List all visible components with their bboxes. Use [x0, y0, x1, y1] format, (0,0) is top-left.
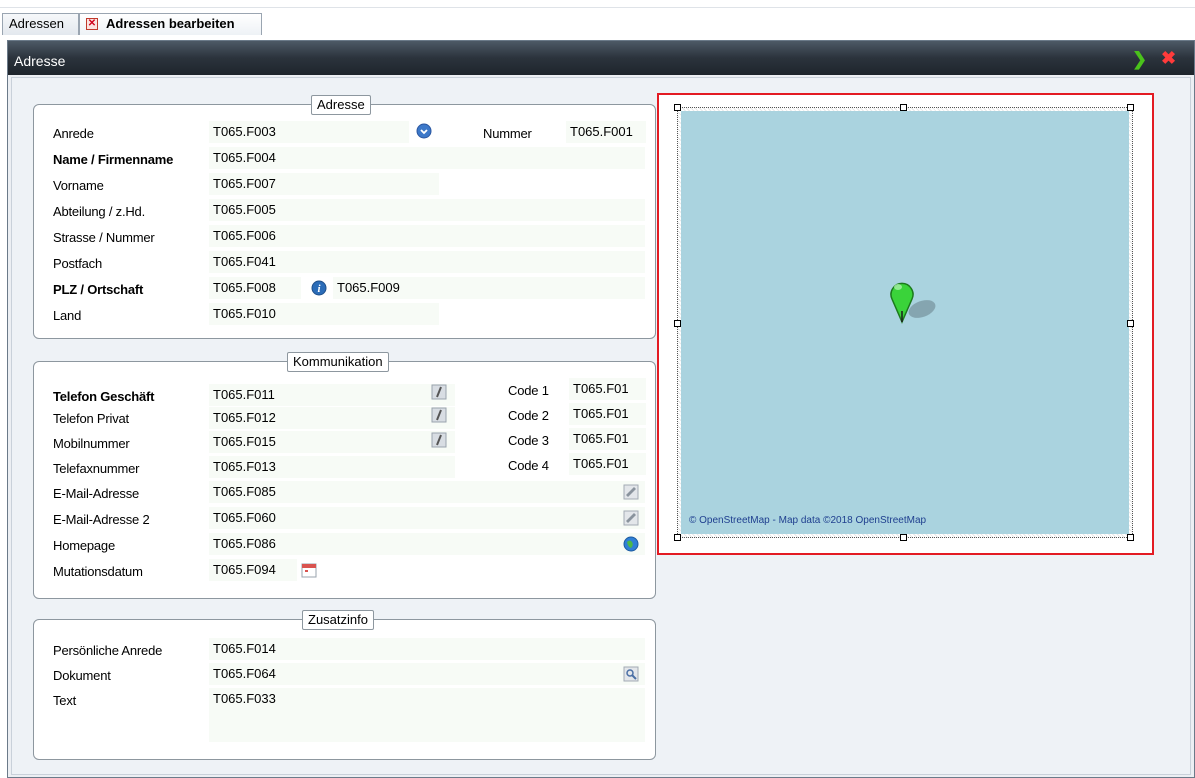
field-code1[interactable]: T065.F01 [569, 378, 646, 400]
email-icon[interactable] [623, 484, 639, 500]
label-vorname: Vorname [53, 178, 104, 193]
map-attribution: © OpenStreetMap - Map data ©2018 OpenStr… [689, 515, 927, 526]
resize-handle[interactable] [674, 534, 681, 541]
close-icon[interactable]: ✖ [1161, 49, 1176, 67]
group-kommunikation-legend: Kommunikation [287, 352, 389, 372]
field-code2[interactable]: T065.F01 [569, 403, 646, 425]
label-code1: Code 1 [508, 383, 549, 398]
field-mobilnummer[interactable]: T065.F015 [209, 431, 455, 453]
map-marker-icon[interactable] [884, 275, 940, 327]
field-abteilung[interactable]: T065.F005 [209, 199, 645, 221]
field-telefon-privat[interactable]: T065.F012 [209, 407, 455, 429]
label-mutationsdatum: Mutationsdatum [53, 564, 143, 579]
field-email2[interactable]: T065.F060 [209, 507, 645, 529]
tab-strip-line [0, 7, 1195, 8]
field-telefaxnummer[interactable]: T065.F013 [209, 456, 455, 478]
info-icon[interactable]: i [311, 280, 327, 296]
label-name-firmenname: Name / Firmenname [53, 152, 174, 167]
label-homepage: Homepage [53, 538, 115, 553]
label-code3: Code 3 [508, 433, 549, 448]
phone-icon[interactable] [431, 384, 447, 400]
field-code4[interactable]: T065.F01 [569, 453, 646, 475]
phone-icon[interactable] [431, 432, 447, 448]
field-vorname[interactable]: T065.F007 [209, 173, 439, 195]
calendar-icon[interactable] [301, 562, 317, 578]
search-icon[interactable] [623, 666, 639, 682]
field-dokument[interactable]: T065.F064 [209, 663, 645, 685]
label-dokument: Dokument [53, 668, 111, 683]
label-abteilung: Abteilung / z.Hd. [53, 204, 145, 219]
label-nummer: Nummer [483, 126, 532, 141]
field-land[interactable]: T065.F010 [209, 303, 439, 325]
window-title: Adresse [14, 53, 66, 69]
field-mutationsdatum[interactable]: T065.F094 [209, 559, 297, 581]
label-email2: E-Mail-Adresse 2 [53, 512, 150, 527]
field-anrede[interactable]: T065.F003 [209, 121, 409, 143]
tab-adressen-label: Adressen [9, 16, 64, 31]
label-plz-ortschaft: PLZ / Ortschaft [53, 282, 144, 297]
resize-handle[interactable] [1127, 104, 1134, 111]
email-icon[interactable] [623, 510, 639, 526]
resize-handle[interactable] [900, 534, 907, 541]
label-mobilnummer: Mobilnummer [53, 436, 130, 451]
label-persoenliche-anrede: Persönliche Anrede [53, 643, 163, 658]
label-anrede: Anrede [53, 126, 94, 141]
label-land: Land [53, 308, 82, 323]
globe-icon[interactable] [623, 536, 639, 552]
label-telefon-privat: Telefon Privat [53, 411, 129, 426]
field-homepage[interactable]: T065.F086 [209, 533, 645, 555]
label-text: Text [53, 693, 77, 708]
window-title-bar: Adresse ❯ ✖ [8, 41, 1194, 75]
field-code3[interactable]: T065.F01 [569, 428, 646, 450]
field-ortschaft[interactable]: T065.F009 [333, 277, 645, 299]
label-email: E-Mail-Adresse [53, 486, 140, 501]
field-strasse[interactable]: T065.F006 [209, 225, 645, 247]
field-email[interactable]: T065.F085 [209, 481, 645, 503]
resize-handle[interactable] [674, 320, 681, 327]
resize-handle[interactable] [674, 104, 681, 111]
accept-arrow-icon[interactable]: ❯ [1132, 50, 1147, 68]
label-code4: Code 4 [508, 458, 549, 473]
label-postfach: Postfach [53, 256, 102, 271]
label-code2: Code 2 [508, 408, 549, 423]
field-telefon-geschaeft[interactable]: T065.F011 [209, 384, 455, 406]
field-persoenliche-anrede[interactable]: T065.F014 [209, 638, 645, 660]
field-text[interactable]: T065.F033 [209, 688, 645, 742]
tab-adressen-bearbeiten-label: Adressen bearbeiten [106, 16, 235, 31]
label-telefaxnummer: Telefaxnummer [53, 461, 140, 476]
label-telefon-geschaeft: Telefon Geschäft [53, 389, 155, 404]
field-plz[interactable]: T065.F008 [209, 277, 301, 299]
group-adresse-legend: Adresse [311, 95, 371, 115]
resize-handle[interactable] [1127, 534, 1134, 541]
field-postfach[interactable]: T065.F041 [209, 251, 645, 273]
tab-adressen[interactable]: Adressen [2, 13, 79, 35]
field-name-firmenname[interactable]: T065.F004 [209, 147, 645, 169]
close-icon[interactable]: ✕ [86, 18, 98, 30]
tab-adressen-bearbeiten[interactable]: ✕ Adressen bearbeiten [79, 13, 262, 35]
phone-icon[interactable] [431, 407, 447, 423]
dropdown-circle-icon[interactable] [416, 123, 432, 139]
resize-handle[interactable] [900, 104, 907, 111]
tab-strip: Adressen ✕ Adressen bearbeiten [0, 0, 1195, 40]
resize-handle[interactable] [1127, 320, 1134, 327]
group-zusatzinfo-legend: Zusatzinfo [302, 610, 374, 630]
field-nummer[interactable]: T065.F001 [566, 121, 646, 143]
label-strasse: Strasse / Nummer [53, 230, 155, 245]
